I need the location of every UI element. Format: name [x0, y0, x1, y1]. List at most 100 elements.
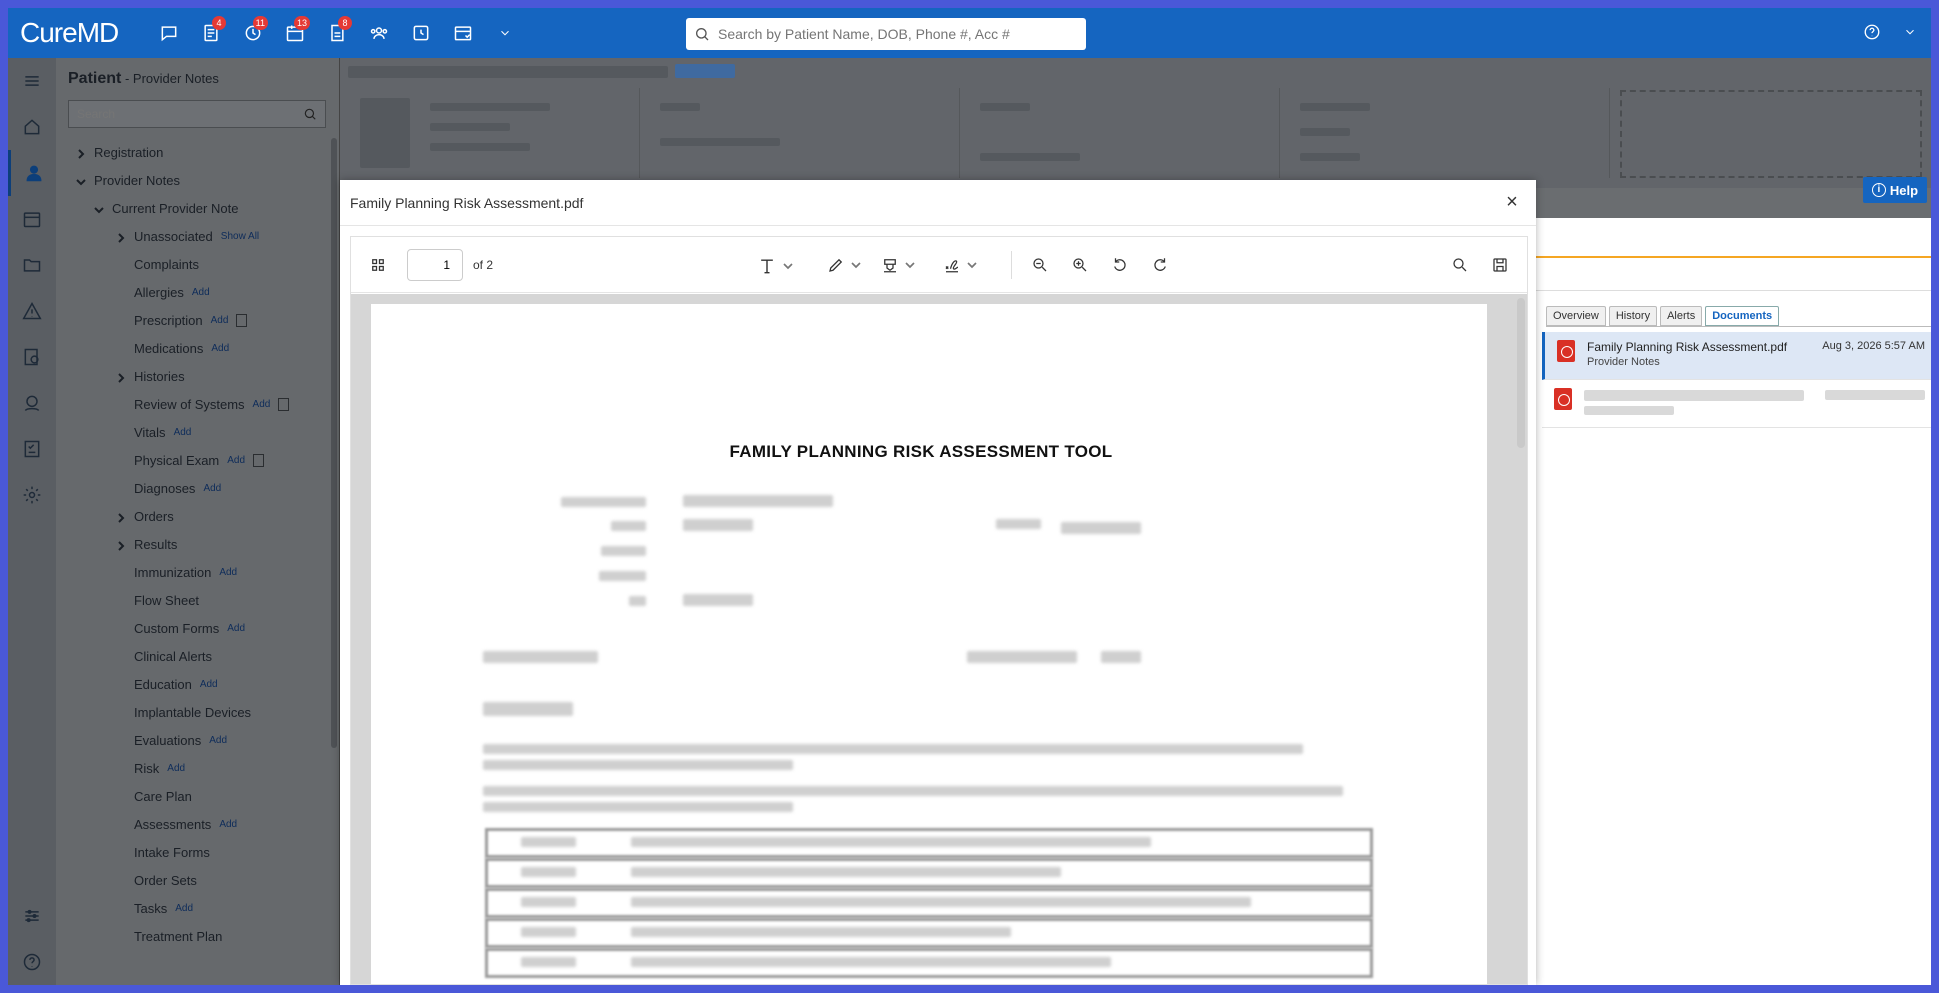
calendar-rail-icon[interactable] — [8, 196, 56, 242]
nav-item-flow-sheet[interactable]: Flow Sheet — [56, 586, 339, 614]
nav-item-medications[interactable]: Medications Add — [56, 334, 339, 362]
add-assessments-link[interactable]: Add — [219, 819, 237, 830]
more-chevron-icon[interactable] — [484, 8, 526, 58]
document-icon[interactable] — [236, 313, 248, 327]
patient-icon[interactable] — [8, 150, 56, 196]
add-prescription-link[interactable]: Add — [211, 315, 229, 326]
support-icon[interactable] — [8, 380, 56, 426]
nav-item-histories[interactable]: Histories — [56, 362, 339, 390]
nav-item-education[interactable]: Education Add — [56, 670, 339, 698]
nav-item-vitals[interactable]: Vitals Add — [56, 418, 339, 446]
nav-item-order-sets[interactable]: Order Sets — [56, 866, 339, 894]
chevron-down-icon[interactable] — [76, 175, 86, 186]
reports-icon[interactable] — [8, 426, 56, 472]
search-document-icon[interactable] — [1451, 256, 1469, 274]
add-diagnoses-link[interactable]: Add — [203, 483, 221, 494]
zoom-in-icon[interactable] — [1071, 256, 1089, 274]
tasks-icon[interactable]: 4 — [190, 8, 232, 58]
pdf-scrollbar[interactable] — [1517, 298, 1525, 448]
nav-item-allergies[interactable]: Allergies Add — [56, 278, 339, 306]
billing-icon[interactable] — [8, 334, 56, 380]
chevron-down-icon[interactable] — [783, 259, 793, 274]
chevron-right-icon[interactable] — [76, 147, 86, 159]
folder-icon[interactable] — [8, 242, 56, 288]
appointments-icon[interactable] — [442, 8, 484, 58]
signature-tool-icon[interactable] — [943, 256, 977, 274]
messages-icon[interactable]: 11 — [232, 8, 274, 58]
alert-icon[interactable] — [8, 288, 56, 334]
nav-item-implantable-devices[interactable]: Implantable Devices — [56, 698, 339, 726]
chevron-down-icon[interactable] — [967, 258, 977, 273]
rotate-right-icon[interactable] — [1151, 256, 1169, 274]
add-medications-link[interactable]: Add — [211, 343, 229, 354]
nav-item-diagnoses[interactable]: Diagnoses Add — [56, 474, 339, 502]
text-tool-icon[interactable] — [757, 256, 793, 276]
nav-search-box[interactable] — [68, 100, 326, 128]
nav-item-assessments[interactable]: Assessments Add — [56, 810, 339, 838]
chevron-right-icon[interactable] — [116, 371, 126, 383]
settings-gear-icon[interactable] — [8, 472, 56, 518]
chevron-down-icon[interactable] — [851, 258, 861, 273]
nav-item-prescription[interactable]: Prescription Add — [56, 306, 339, 334]
question-icon[interactable] — [8, 939, 56, 985]
help-button[interactable]: i Help — [1863, 177, 1927, 203]
document-row[interactable]: Family Planning Risk Assessment.pdf Prov… — [1542, 332, 1931, 380]
patient-search-box[interactable] — [686, 18, 1086, 50]
add-education-link[interactable]: Add — [200, 679, 218, 690]
home-icon[interactable] — [8, 104, 56, 150]
add-custom-forms-link[interactable]: Add — [227, 623, 245, 634]
calendar-icon[interactable]: 13 — [274, 8, 316, 58]
document-icon[interactable] — [278, 397, 290, 411]
add-tasks-link[interactable]: Add — [175, 903, 193, 914]
nav-item-risk[interactable]: Risk Add — [56, 754, 339, 782]
menu-icon[interactable] — [8, 58, 56, 104]
page-number-input[interactable] — [407, 249, 463, 281]
chevron-right-icon[interactable] — [116, 511, 126, 523]
nav-item-results[interactable]: Results — [56, 530, 339, 558]
tab-documents[interactable]: Documents — [1705, 306, 1780, 326]
add-immunization-link[interactable]: Add — [219, 567, 237, 578]
nav-item-review-of-systems[interactable]: Review of Systems Add — [56, 390, 339, 418]
users-icon[interactable] — [358, 8, 400, 58]
documents-icon[interactable]: 8 — [316, 8, 358, 58]
user-menu-chevron-icon[interactable] — [1903, 25, 1917, 42]
nav-item-custom-forms[interactable]: Custom Forms Add — [56, 614, 339, 642]
help-circle-icon[interactable] — [1863, 23, 1881, 44]
chevron-down-icon[interactable] — [94, 203, 104, 214]
nav-item-current-provider-note[interactable]: Current Provider Note — [56, 194, 339, 222]
nav-item-physical-exam[interactable]: Physical Exam Add — [56, 446, 339, 474]
rotate-left-icon[interactable] — [1111, 256, 1129, 274]
chevron-right-icon[interactable] — [116, 539, 126, 551]
pdf-canvas[interactable]: FAMILY PLANNING RISK ASSESSMENT TOOL — [351, 294, 1527, 984]
save-icon[interactable] — [1491, 256, 1509, 274]
add-risk-link[interactable]: Add — [167, 763, 185, 774]
document-row-redacted[interactable] — [1542, 380, 1931, 428]
nav-item-treatment-plan[interactable]: Treatment Plan — [56, 922, 339, 950]
patient-search-input[interactable] — [718, 26, 1078, 42]
highlight-tool-icon[interactable] — [881, 256, 915, 274]
nav-search-input[interactable] — [77, 107, 277, 121]
nav-item-unassociated[interactable]: Unassociated Show All — [56, 222, 339, 250]
add-physical-exam-link[interactable]: Add — [227, 455, 245, 466]
add-allergies-link[interactable]: Add — [192, 287, 210, 298]
show-all-link[interactable]: Show All — [221, 231, 259, 242]
chat-icon[interactable] — [148, 8, 190, 58]
nav-item-clinical-alerts[interactable]: Clinical Alerts — [56, 642, 339, 670]
schedule-icon[interactable] — [400, 8, 442, 58]
app-logo[interactable]: CureMD — [20, 17, 148, 49]
tab-overview[interactable]: Overview — [1546, 306, 1606, 326]
nav-item-provider-notes[interactable]: Provider Notes — [56, 166, 339, 194]
document-icon[interactable] — [253, 453, 265, 467]
nav-item-complaints[interactable]: Complaints — [56, 250, 339, 278]
tab-history[interactable]: History — [1608, 306, 1658, 326]
chevron-right-icon[interactable] — [116, 231, 126, 243]
close-icon[interactable]: × — [1502, 191, 1522, 214]
nav-item-orders[interactable]: Orders — [56, 502, 339, 530]
add-evaluations-link[interactable]: Add — [209, 735, 227, 746]
add-vitals-link[interactable]: Add — [174, 427, 192, 438]
nav-item-evaluations[interactable]: Evaluations Add — [56, 726, 339, 754]
nav-item-registration[interactable]: Registration — [56, 138, 339, 166]
pen-tool-icon[interactable] — [827, 256, 861, 274]
tab-alerts[interactable]: Alerts — [1660, 306, 1703, 326]
add-ros-link[interactable]: Add — [253, 399, 271, 410]
